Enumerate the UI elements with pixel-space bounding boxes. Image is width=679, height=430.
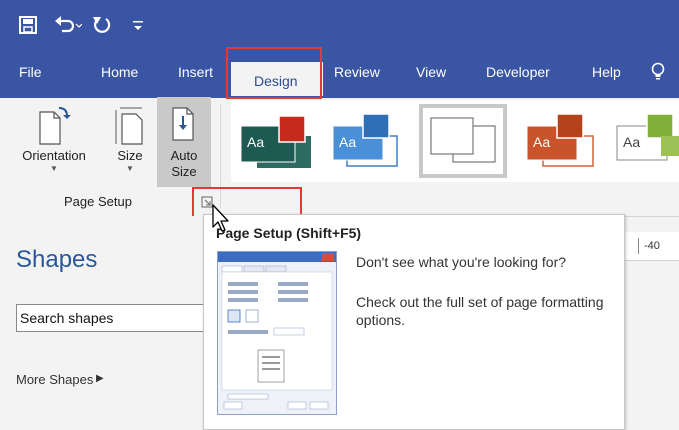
redo-icon[interactable] [92,14,112,36]
tab-developer[interactable]: Developer [486,62,550,82]
theme-option-3-selected[interactable] [419,104,507,178]
chevron-down-icon: ▼ [50,164,58,173]
tab-view[interactable]: View [416,62,446,82]
more-shapes-button[interactable]: More Shapes [16,372,93,387]
ribbon-tabs: File Home Insert Review View Developer H… [0,52,679,98]
orientation-label: Orientation [22,148,86,163]
size-label: Size [117,148,143,163]
page-setup-dialog-preview [217,251,337,415]
auto-size-button[interactable]: Auto Size [160,104,208,180]
design-tab-highlight [226,47,322,99]
chevron-right-icon: ▶ [96,373,104,384]
undo-icon[interactable] [54,14,82,36]
tab-file[interactable]: File [19,62,42,82]
tell-me-icon[interactable] [650,62,666,87]
page-setup-tooltip: Page Setup (Shift+F5) Don't see what you… [203,214,625,430]
theme-aa-label: Aa [623,134,641,150]
auto-size-label-2: Size [171,164,197,179]
size-icon [108,104,152,148]
shapes-title: Shapes [16,246,98,273]
tooltip-line-2: Check out the full set of page formattin… [356,294,604,328]
theme-aa-label: Aa [247,134,265,150]
customize-qat-icon[interactable] [132,14,144,36]
title-bar [0,0,679,52]
ruler-tick [638,238,639,254]
auto-size-label-1: Auto [170,148,198,163]
size-button[interactable]: Size ▼ [108,104,152,174]
tab-home[interactable]: Home [101,62,138,82]
search-shapes-input[interactable]: Search shapes [16,304,206,332]
theme-option-4[interactable]: Aa [521,110,597,170]
theme-option-2[interactable]: Aa [327,110,403,170]
ruler-tick-label: -40 [644,240,660,252]
auto-size-icon [160,104,208,148]
chevron-down-icon: ▼ [126,164,134,173]
tab-insert[interactable]: Insert [178,62,213,82]
tooltip-title: Page Setup (Shift+F5) [216,225,362,241]
theme-option-5[interactable]: Aa [611,110,679,170]
mouse-pointer-icon [211,203,231,238]
save-icon[interactable] [19,14,37,36]
theme-option-1[interactable]: Aa [237,110,313,170]
tooltip-line-1: Don't see what you're looking for? [356,254,567,270]
theme-aa-label: Aa [339,134,357,150]
theme-aa-label: Aa [533,134,551,150]
orientation-button[interactable]: Orientation ▼ [14,104,94,174]
shapes-pane: Shapes Search shapes More Shapes ▶ [0,216,206,428]
tab-review[interactable]: Review [334,62,380,82]
tab-help[interactable]: Help [592,62,621,82]
page-setup-group-label: Page Setup [64,194,132,209]
themes-gallery: Aa Aa Aa Aa [231,100,679,182]
orientation-icon [14,104,94,148]
